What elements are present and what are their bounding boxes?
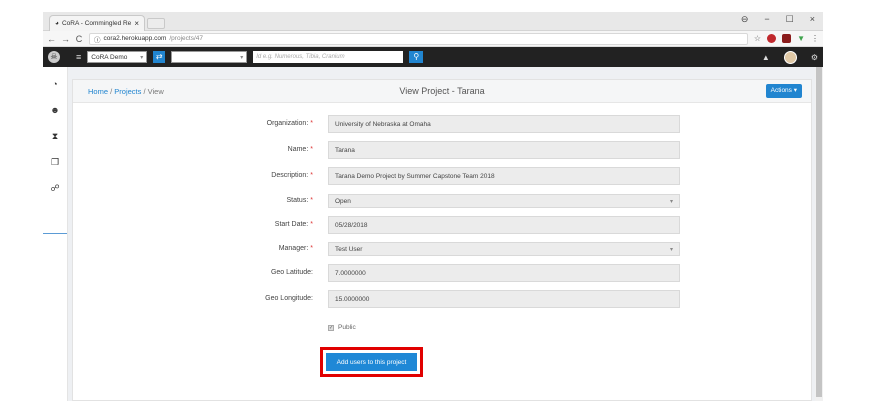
copy-icon[interactable]: ❐	[43, 149, 67, 175]
geo-latitude-row: Geo Latitude: 7.0000000	[73, 264, 813, 282]
bell-icon[interactable]: ▲	[762, 53, 770, 62]
name-row: Name: * Tarana	[73, 141, 813, 159]
public-label: Public	[338, 324, 356, 331]
status-row: Status: * Open ▾	[73, 192, 813, 210]
type-select[interactable]: ▾	[171, 51, 248, 63]
adblock-icon[interactable]	[767, 34, 777, 43]
description-row: Description: * Tarana Demo Project by Sum…	[73, 167, 813, 185]
chevron-down-icon: ▾	[240, 54, 244, 61]
tab-close-icon[interactable]: ×	[134, 19, 139, 28]
project-panel: Home / Projects / View View Project - Ta…	[72, 79, 812, 401]
favicon-icon: ◕	[55, 20, 59, 27]
project-select[interactable]: CoRA Demo ▾	[87, 51, 148, 63]
extension-icons: ☆ ▼ ⋮	[754, 34, 819, 43]
skull-icon[interactable]: ☻	[43, 97, 67, 123]
swap-button[interactable]: ⇄	[153, 51, 166, 63]
chevron-down-icon: ▾	[669, 246, 673, 253]
start-date-label: Start Date: *	[274, 221, 313, 228]
page-body: ◔ ☻ ⧗ ❐ ☍ Home / Projects / View View Pr…	[43, 67, 823, 401]
minimize-icon[interactable]: −	[764, 14, 769, 25]
close-window-icon[interactable]: ×	[810, 14, 815, 25]
name-field[interactable]: Tarana	[328, 141, 680, 159]
menu-icon[interactable]: ⋮	[811, 34, 819, 43]
tab-strip: ◕ CoRA - Commingled Re × ⊖ − ☐ ×	[43, 12, 823, 31]
forward-icon[interactable]: →	[61, 34, 70, 44]
scrollbar[interactable]	[815, 67, 823, 401]
organization-field[interactable]: University of Nebraska at Omaha	[328, 115, 680, 133]
pdf-icon[interactable]	[782, 34, 792, 43]
manager-row: Manager: * Test User ▾	[73, 240, 813, 258]
name-label: Name: *	[287, 146, 313, 153]
url-host: cora2.herokuapp.com	[103, 35, 167, 42]
navbar-right: ▲ ⚙	[762, 50, 818, 64]
organization-row: Organization: * University of Nebraska at…	[73, 115, 813, 133]
geo-latitude-label: Geo Latitude:	[270, 269, 313, 276]
chevron-down-icon: ▾	[669, 198, 673, 205]
start-date-row: Start Date: * 05/28/2018	[73, 216, 813, 234]
highlight-box: Add users to this project	[320, 347, 423, 377]
skull-logo-icon[interactable]: ☠	[48, 51, 60, 63]
chevron-down-icon: ▾	[140, 54, 144, 61]
url-input[interactable]: ⓘ cora2.herokuapp.com/projects/47	[89, 32, 748, 45]
browser-tab[interactable]: ◕ CoRA - Commingled Re ×	[49, 15, 145, 31]
public-checkbox[interactable]: ✓ Public	[328, 324, 356, 331]
status-label: Status: *	[286, 197, 313, 204]
manager-select[interactable]: Test User ▾	[328, 242, 680, 256]
bookmark-star-icon[interactable]: ☆	[754, 34, 761, 43]
start-date-field[interactable]: 05/28/2018	[328, 216, 680, 234]
sidebar: ◔ ☻ ⧗ ❐ ☍	[43, 67, 68, 401]
project-select-value: CoRA Demo	[91, 53, 128, 61]
hamburger-icon[interactable]: ≡	[76, 52, 81, 62]
dashboard-icon[interactable]: ◔	[43, 71, 67, 97]
info-icon: ⓘ	[94, 36, 101, 44]
reload-icon[interactable]: C	[75, 34, 83, 44]
checkbox-check-icon: ✓	[328, 324, 334, 331]
hourglass-icon[interactable]: ⧗	[43, 123, 67, 149]
status-select[interactable]: Open ▾	[328, 194, 680, 208]
avatar[interactable]	[783, 50, 797, 64]
window-controls: ⊖ − ☐ ×	[741, 14, 815, 25]
sidebar-divider	[43, 233, 67, 234]
back-icon[interactable]: ←	[47, 34, 56, 44]
description-field[interactable]: Tarana Demo Project by Summer Capstone T…	[328, 167, 680, 185]
manager-label: Manager: *	[278, 245, 313, 252]
tab-title: CoRA - Commingled Re	[61, 20, 132, 27]
geo-longitude-field[interactable]: 15.0000000	[328, 290, 680, 308]
search-input[interactable]: Id e.g. Numerous, Tibia, Cranium	[253, 51, 404, 63]
users-icon[interactable]: ☍	[43, 175, 67, 201]
organization-label: Organization: *	[266, 120, 313, 127]
vue-icon[interactable]: ▼	[797, 34, 805, 43]
address-bar: ← → C ⓘ cora2.herokuapp.com/projects/47 …	[43, 31, 823, 47]
scrollbar-thumb[interactable]	[816, 67, 822, 397]
search-button[interactable]: ⚲	[409, 51, 424, 63]
actions-button[interactable]: Actions ▾	[765, 84, 802, 98]
page-title: View Project - Tarana	[399, 86, 485, 96]
app-navbar: ☠ ≡ CoRA Demo ▾ ⇄ ▾ Id e.g. Numerous, Ti…	[43, 47, 823, 67]
panel-header: Home / Projects / View View Project - Ta…	[73, 80, 811, 103]
new-tab-button[interactable]	[147, 18, 165, 29]
description-label: Description: *	[271, 172, 313, 179]
profile-icon[interactable]: ⊖	[741, 14, 749, 25]
browser-window: ◕ CoRA - Commingled Re × ⊖ − ☐ × ← → C ⓘ…	[43, 12, 823, 401]
maximize-icon[interactable]: ☐	[786, 14, 794, 25]
geo-longitude-row: Geo Longitude: 15.0000000	[73, 290, 813, 308]
geo-latitude-field[interactable]: 7.0000000	[328, 264, 680, 282]
add-users-button[interactable]: Add users to this project	[326, 353, 417, 371]
settings-icon[interactable]: ⚙	[811, 53, 818, 62]
url-path: /projects/47	[169, 35, 203, 42]
geo-longitude-label: Geo Longitude:	[265, 295, 313, 302]
